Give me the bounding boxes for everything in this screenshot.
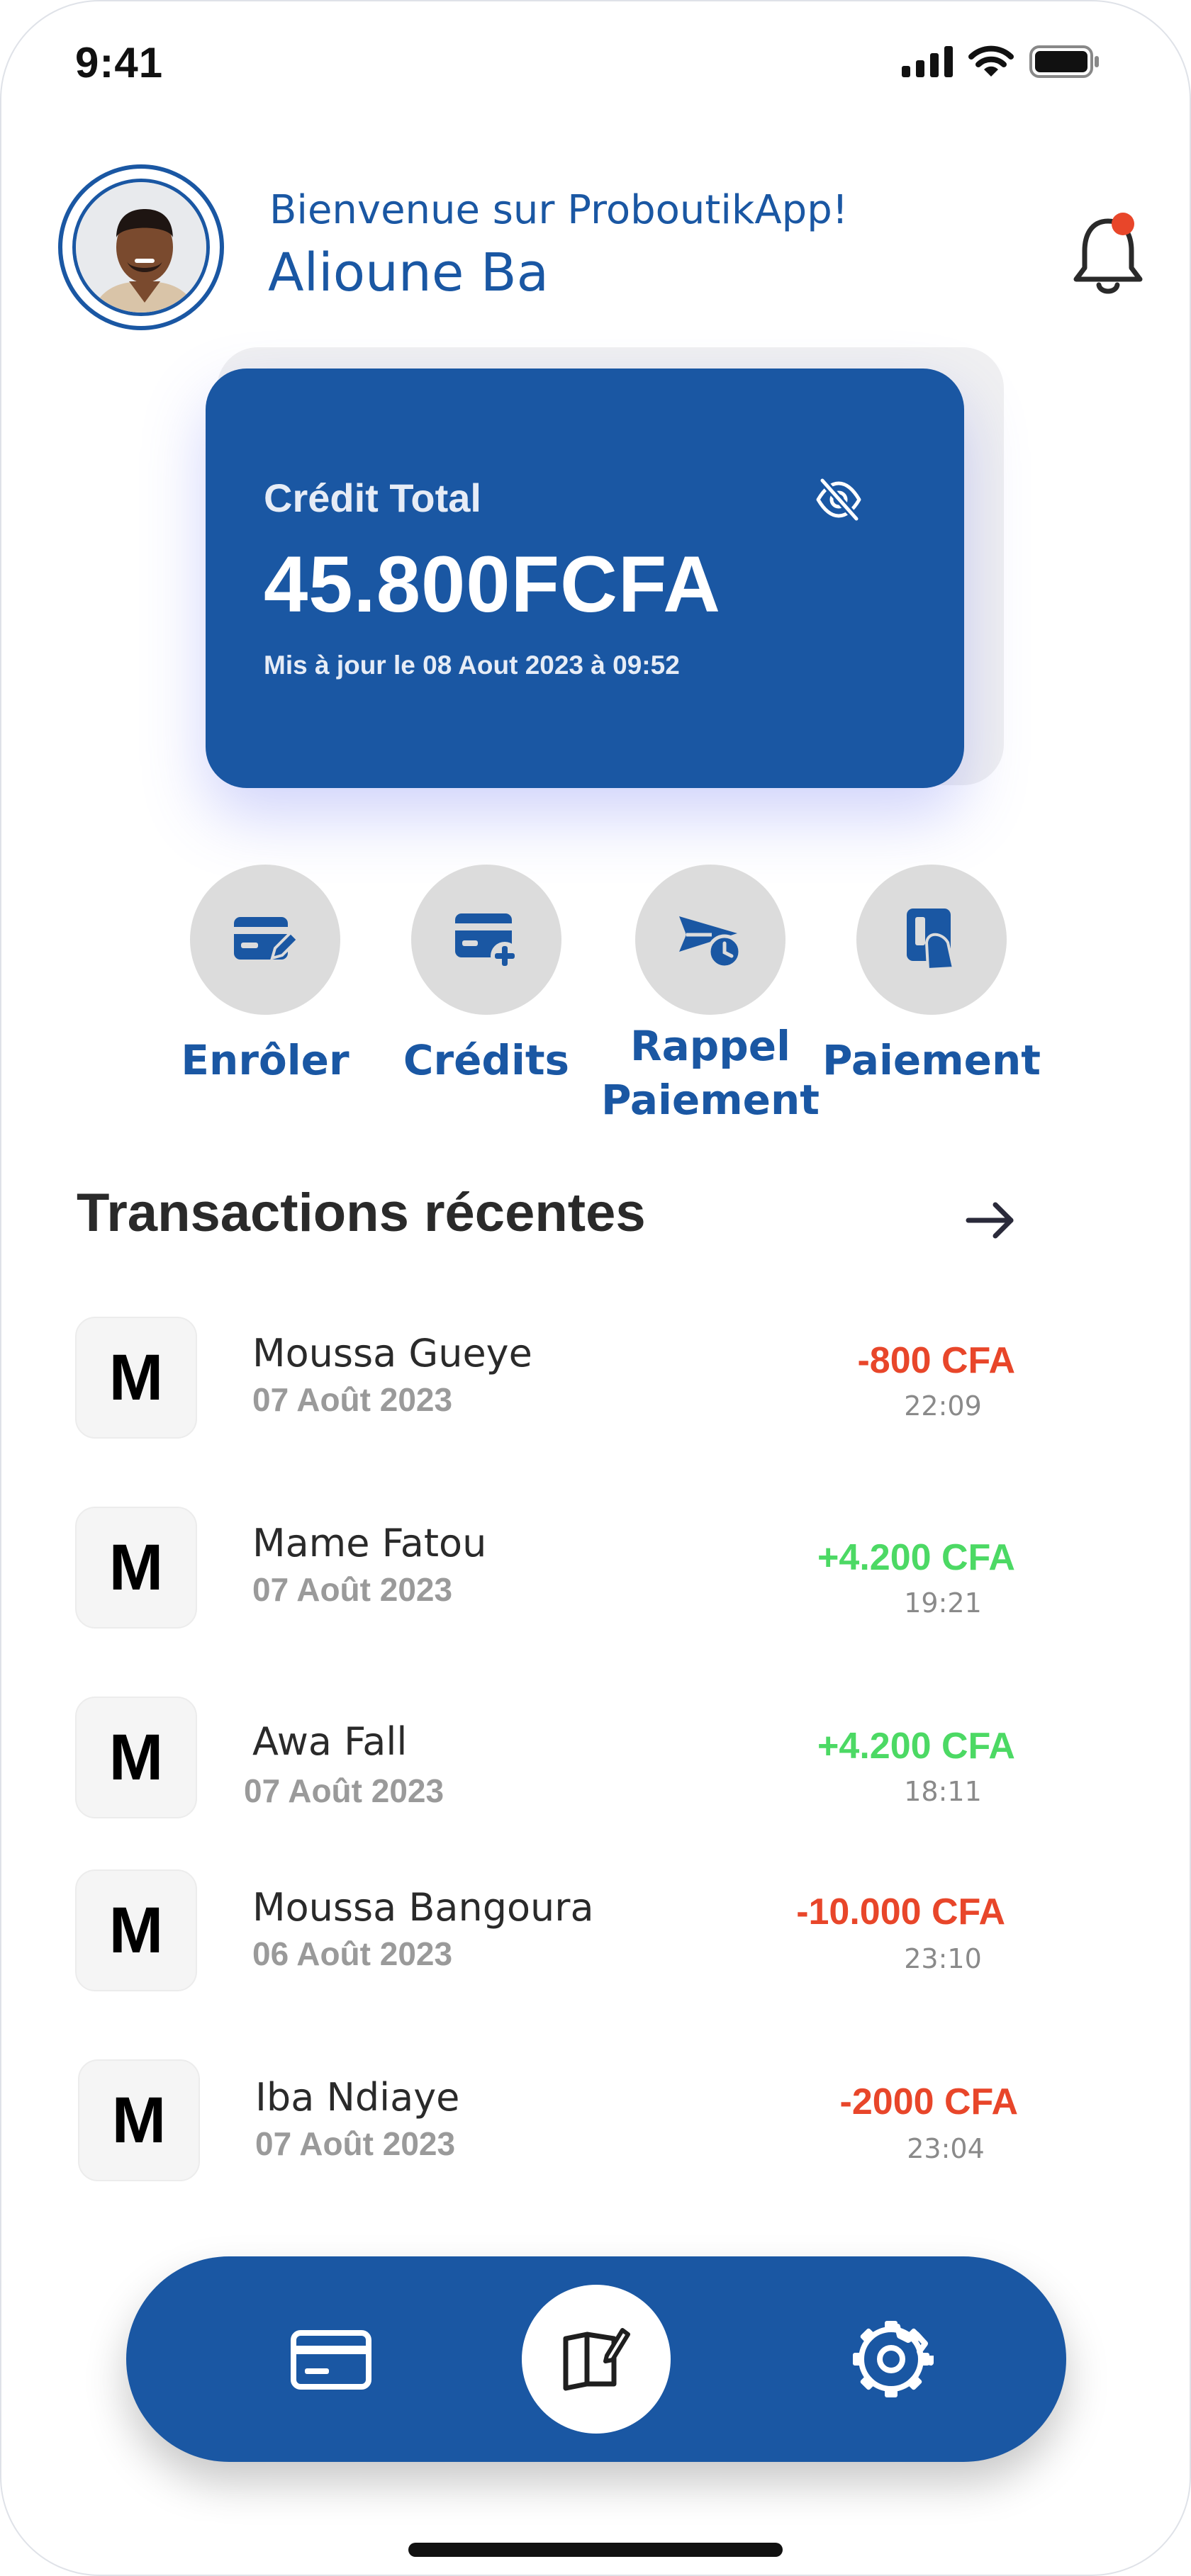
username: Alioune Ba [268, 242, 549, 303]
payment-card-icon [907, 909, 956, 972]
status-time: 9:41 [75, 39, 164, 86]
profile-photo [72, 179, 210, 316]
transaction-time: 18:11 [904, 1776, 982, 1807]
transaction-amount: +4.200 CFA [817, 1537, 1015, 1578]
transaction-date: 06 Août 2023 [252, 1935, 453, 1972]
transaction-avatar: M [75, 1697, 197, 1818]
arrow-right-icon[interactable] [963, 1192, 1019, 1249]
action-payment-reminder[interactable]: Rappel Paiement [601, 865, 820, 1124]
transaction-time: 19:21 [904, 1587, 982, 1619]
credit-total-amount: 45.800FCFA [264, 540, 721, 629]
transaction-name: Moussa Gueye [252, 1331, 532, 1376]
home-indicator [408, 2543, 783, 2557]
transaction-name: Moussa Bangoura [252, 1885, 594, 1930]
credit-total-label: Crédit Total [264, 476, 481, 520]
transaction-name: Iba Ndiaye [255, 2075, 460, 2120]
send-reminder-icon [679, 916, 742, 969]
transaction-avatar: M [75, 1507, 197, 1629]
action-payment-label: Paiement [822, 1036, 1041, 1084]
transaction-avatar: M [75, 1317, 197, 1439]
action-credits-circle[interactable] [411, 865, 561, 1015]
action-payment-circle[interactable] [856, 865, 1007, 1015]
transaction-row[interactable]: M Mame Fatou 07 Août 2023 +4.200 CFA 19:… [1, 1507, 1190, 1634]
credit-total-card: Crédit Total 45.800FCFA Mis à jour le 08… [206, 369, 964, 788]
action-enroll[interactable]: Enrôler [159, 865, 371, 1084]
credit-updated-text: Mis à jour le 08 Aout 2023 à 09:52 [264, 651, 680, 680]
transaction-avatar: M [75, 1869, 197, 1991]
book-edit-icon [563, 2328, 630, 2391]
notification-bell-icon[interactable] [1069, 207, 1147, 299]
signal-icon [902, 46, 953, 77]
status-icons [902, 45, 1100, 78]
eye-off-icon[interactable] [814, 475, 863, 524]
transaction-row[interactable]: M Moussa Gueye 07 Août 2023 -800 CFA 22:… [1, 1317, 1190, 1444]
transaction-avatar: M [78, 2059, 200, 2181]
battery-icon [1029, 45, 1099, 78]
transaction-date: 07 Août 2023 [255, 2125, 456, 2162]
gear-icon[interactable] [838, 2306, 944, 2412]
transaction-date: 07 Août 2023 [244, 1772, 444, 1809]
transaction-amount: +4.200 CFA [817, 1726, 1015, 1767]
notification-dot [1112, 213, 1134, 235]
enroll-icon [234, 917, 299, 960]
nav-center-button[interactable] [522, 2285, 671, 2434]
action-credits[interactable]: Crédits [380, 865, 593, 1084]
transaction-amount: -800 CFA [857, 1340, 1015, 1381]
transaction-time: 22:09 [904, 1390, 982, 1422]
transaction-amount: -2000 CFA [839, 2081, 1018, 2122]
phone-screen: 9:41 Bienvenue sur ProboutikApp! Alioune… [0, 0, 1191, 2576]
transaction-row[interactable]: M Awa Fall 07 Août 2023 +4.200 CFA 18:11 [1, 1697, 1190, 1824]
transaction-date: 07 Août 2023 [252, 1571, 453, 1608]
wifi-icon [968, 45, 1014, 77]
transaction-time: 23:10 [904, 1943, 982, 1974]
transaction-name: Mame Fatou [252, 1521, 487, 1565]
action-payment[interactable]: Paiement [822, 865, 1041, 1084]
transaction-row[interactable]: M Iba Ndiaye 07 Août 2023 -2000 CFA 23:0… [1, 2059, 1190, 2187]
transaction-time: 23:04 [907, 2133, 985, 2164]
avatar[interactable] [58, 164, 224, 330]
transaction-name: Awa Fall [252, 1719, 408, 1764]
credit-card-add-icon [455, 913, 519, 970]
transaction-date: 07 Août 2023 [252, 1381, 453, 1418]
bottom-navigation [126, 2256, 1066, 2462]
action-enroll-circle[interactable] [190, 865, 340, 1015]
transaction-amount: -10.000 CFA [796, 1891, 1005, 1933]
card-icon[interactable] [278, 2306, 384, 2412]
welcome-text: Bienvenue sur ProboutikApp! [269, 187, 849, 233]
transaction-row[interactable]: M Moussa Bangoura 06 Août 2023 -10.000 C… [1, 1869, 1190, 1997]
action-payment-reminder-circle[interactable] [635, 865, 785, 1015]
transactions-title: Transactions récentes [77, 1183, 646, 1243]
